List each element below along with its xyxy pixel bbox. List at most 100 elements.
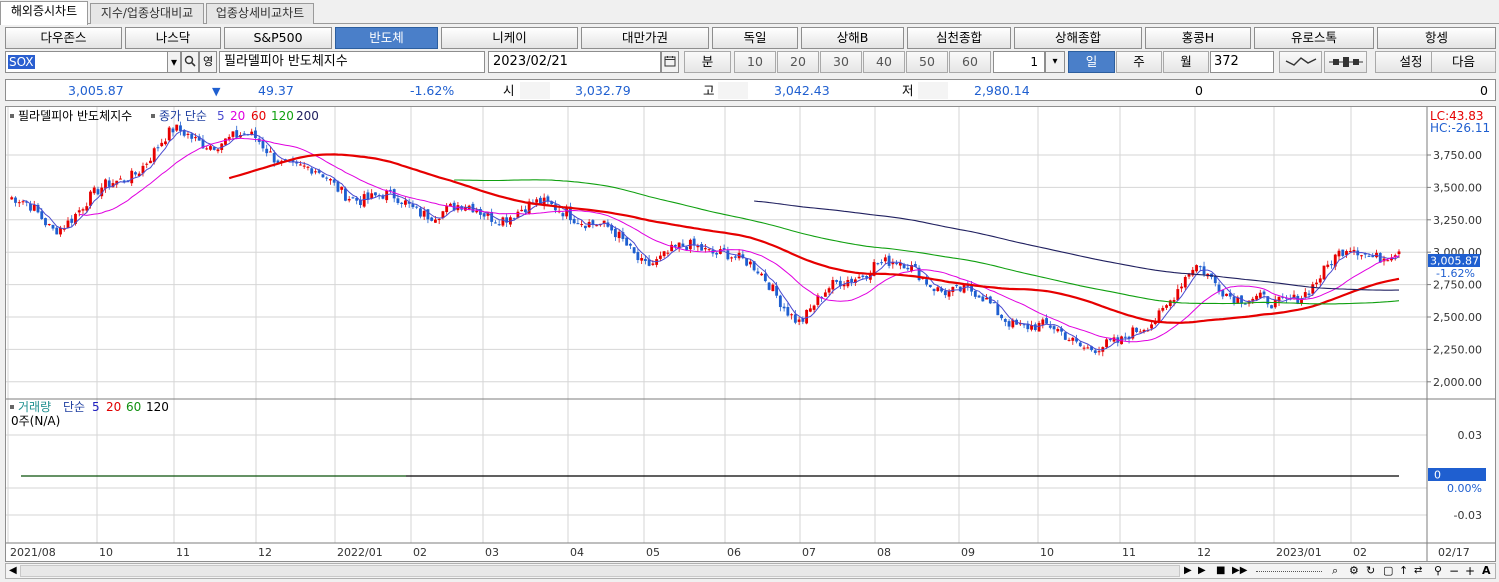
candle-body <box>1348 251 1352 253</box>
market-hangseng-button[interactable]: 항셍 <box>1377 27 1496 49</box>
market-eurostoxx-button[interactable]: 유로스톡 <box>1254 27 1374 49</box>
candle-body <box>310 168 314 174</box>
minute-30-button[interactable]: 30 <box>820 51 862 73</box>
candle-body <box>733 256 737 258</box>
candle-body <box>344 188 347 201</box>
candle-body <box>70 218 74 223</box>
market-nikkei-button[interactable]: 니케이 <box>441 27 578 49</box>
zoom-tool-icon[interactable]: ⌕ <box>1332 564 1338 578</box>
scroll-track[interactable] <box>20 565 1180 577</box>
minute-button[interactable]: 분 <box>684 51 731 73</box>
volume-value-1: 0 <box>1195 83 1203 98</box>
arrow-up-icon[interactable]: ↑ <box>1399 564 1408 578</box>
candle-body <box>445 205 449 213</box>
vol-legend-ma5: 5 <box>92 400 100 414</box>
candle-body <box>59 227 62 235</box>
market-hongkong-h-button[interactable]: 홍콩H <box>1145 27 1251 49</box>
zoom-in-icon[interactable]: + <box>1465 564 1475 578</box>
candle-body <box>389 189 392 191</box>
zoom-slider[interactable] <box>1256 571 1322 572</box>
candle-body <box>786 307 790 316</box>
minute-60-button[interactable]: 60 <box>949 51 991 73</box>
refresh-icon[interactable]: ↻ <box>1366 564 1375 578</box>
candle-body <box>190 133 194 139</box>
search-icon[interactable] <box>181 51 199 73</box>
minute-40-button[interactable]: 40 <box>863 51 905 73</box>
scroll-left-icon[interactable]: ◀ <box>9 564 17 578</box>
candle-body <box>66 220 70 228</box>
minute-20-button[interactable]: 20 <box>777 51 819 73</box>
chart-svg[interactable]: 3,750.003,500.003,250.003,000.002,750.00… <box>6 107 1495 561</box>
y-tick-label: 3,250.00 <box>1433 214 1482 227</box>
minute-10-button[interactable]: 10 <box>734 51 776 73</box>
market-semiconductor-button[interactable]: 반도체 <box>335 27 438 49</box>
market-shanghai-comp-button[interactable]: 상해종합 <box>1014 27 1142 49</box>
market-taiwan-button[interactable]: 대만가권 <box>581 27 709 49</box>
chart-scrollbar[interactable]: ◀ ▶ ▶ ■ ▶▶ ⌕ ⚙ ↻ ▢ ↑ ⇄ ⚲ − + A <box>5 563 1496 579</box>
candle-body <box>1307 293 1311 296</box>
candle-body <box>434 219 437 223</box>
minute-50-button[interactable]: 50 <box>906 51 948 73</box>
open-label: 시 <box>503 83 515 98</box>
candle-body <box>347 198 351 201</box>
last-price-tag-text: 3,005.87 <box>1430 255 1479 268</box>
candle-body <box>21 201 25 203</box>
zoom-out-icon[interactable]: − <box>1449 564 1459 578</box>
count-input[interactable]: 372 <box>1210 51 1274 73</box>
english-toggle-button[interactable]: 영 <box>199 51 217 73</box>
candle-body <box>14 197 17 203</box>
candle-body <box>160 142 164 147</box>
market-nasdaq-button[interactable]: 나스닥 <box>125 27 221 49</box>
fast-forward-icon[interactable]: ▶▶ <box>1232 564 1247 578</box>
tick-input[interactable]: 1 <box>993 51 1045 73</box>
period-day-button[interactable]: 일 <box>1068 51 1115 73</box>
candle-body <box>366 192 370 200</box>
market-shanghai-b-button[interactable]: 상해B <box>801 27 904 49</box>
candle-body <box>790 314 794 316</box>
high-value: 3,042.43 <box>774 83 830 98</box>
price-legend-title: 필라델피아 반도체지수 <box>18 109 132 123</box>
candle-body <box>996 304 1000 316</box>
candle-body <box>1296 295 1300 304</box>
period-week-button[interactable]: 주 <box>1116 51 1162 73</box>
chart-type-candle-icon[interactable] <box>1324 51 1367 73</box>
candle-body <box>658 255 662 259</box>
date-input[interactable]: 2023/02/21 <box>488 51 661 73</box>
period-month-button[interactable]: 월 <box>1163 51 1209 73</box>
stop-icon[interactable]: ■ <box>1216 564 1225 578</box>
tick-dropdown-icon[interactable]: ▾ <box>1045 51 1065 73</box>
candle-body <box>767 282 771 290</box>
font-size-icon[interactable]: A <box>1482 564 1491 578</box>
tab-overseas-chart[interactable]: 해외증시차트 <box>0 1 88 25</box>
box-icon[interactable]: ▢ <box>1383 564 1393 578</box>
next-button[interactable]: 다음 <box>1431 51 1496 73</box>
candle-body <box>1183 277 1187 288</box>
scroll-right-icon[interactable]: ▶ <box>1184 564 1192 578</box>
candle-body <box>1003 319 1007 322</box>
market-sp500-button[interactable]: S&P500 <box>224 27 332 49</box>
symbol-dropdown-icon[interactable]: ▾ <box>167 51 181 73</box>
chart-area[interactable]: 3,750.00 3,500.00 3,250.00 3,000.00 2,750.00… <box>5 106 1496 562</box>
chart-type-line-icon[interactable] <box>1279 51 1322 73</box>
candle-body <box>715 252 719 255</box>
arrows-icon[interactable]: ⇄ <box>1414 564 1422 578</box>
gear-icon[interactable]: ⚙ <box>1349 564 1359 578</box>
play-icon[interactable]: ▶ <box>1198 564 1206 578</box>
calendar-icon[interactable] <box>661 51 679 73</box>
tab-index-compare[interactable]: 지수/업종상대비교 <box>90 3 204 24</box>
market-germany-button[interactable]: 독일 <box>712 27 798 49</box>
market-shenzhen-button[interactable]: 심천종합 <box>907 27 1011 49</box>
market-dow-button[interactable]: 다우존스 <box>5 27 122 49</box>
legend-ma5: 5 <box>217 109 225 123</box>
candle-body <box>883 257 887 262</box>
symbol-input[interactable]: SOX <box>5 51 168 73</box>
candle-body <box>119 178 122 180</box>
volume-legend-ma-prefix: 단순 <box>63 400 85 414</box>
candle-body <box>1045 318 1048 324</box>
x-tick-label: 12 <box>1197 546 1211 559</box>
volume-zero-tag-text: 0 <box>1434 469 1441 482</box>
zoom-search-icon[interactable]: ⚲ <box>1434 564 1442 578</box>
candle-body <box>1232 296 1236 304</box>
tab-industry-detail[interactable]: 업종상세비교차트 <box>206 3 314 24</box>
last-pct-tag-text: -1.62% <box>1436 267 1475 280</box>
